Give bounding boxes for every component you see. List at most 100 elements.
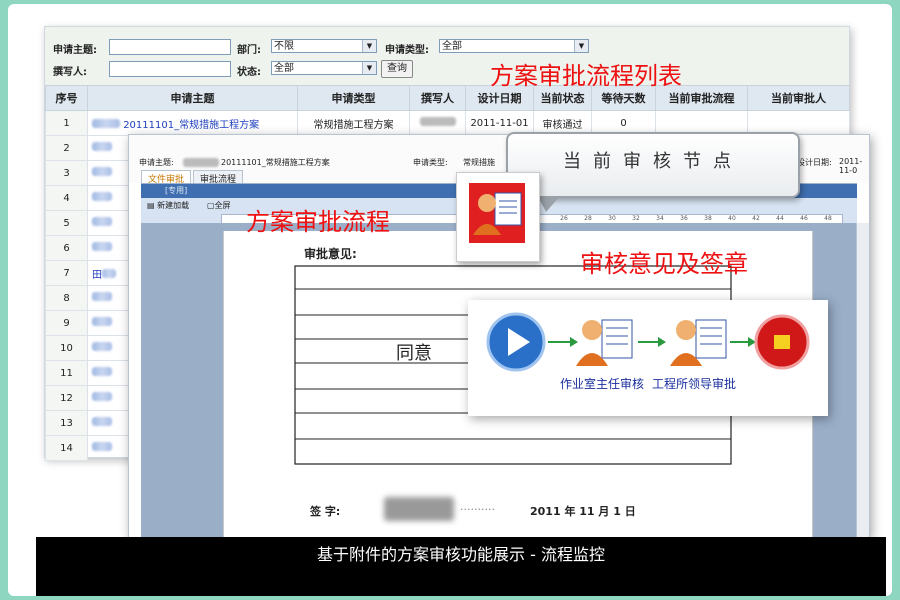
author-filter-label: 撰写人: bbox=[53, 67, 87, 78]
blurred-name-prefix: 田 bbox=[92, 269, 102, 281]
status-select[interactable]: 全部 ▼ bbox=[271, 61, 377, 75]
blurred-name bbox=[102, 268, 116, 278]
type-filter-label: 申请类型: bbox=[385, 45, 429, 56]
reviewer-icon bbox=[576, 319, 633, 366]
chevron-down-icon: ▼ bbox=[362, 40, 376, 52]
sign-dots: ·········· bbox=[460, 503, 495, 516]
doc-subject-label: 申请主题: bbox=[139, 158, 174, 167]
ruler-tick: 42 bbox=[752, 215, 760, 222]
subject-filter-label: 申请主题: bbox=[53, 45, 97, 56]
row-number: 13 bbox=[45, 410, 88, 436]
doc-type-label: 申请类型: bbox=[413, 158, 448, 167]
reviewer-icon bbox=[670, 319, 727, 366]
word-title: [专用] bbox=[165, 186, 188, 195]
col-header[interactable]: 申请主题 bbox=[87, 85, 298, 111]
table-header-row: 序号 申请主题 申请类型 撰写人 设计日期 当前状态 等待天数 当前审批流程 当… bbox=[45, 85, 850, 111]
col-header[interactable]: 当前审批人 bbox=[747, 85, 850, 111]
filter-bar: 申请主题: 部门: 不限 ▼ 申请类型: 全部 ▼ 撰写人: 状态: 全部 ▼ 查询 bbox=[45, 27, 849, 86]
row-number: 10 bbox=[45, 335, 88, 361]
opinion-text: 同意 bbox=[396, 343, 432, 364]
ruler-tick: 44 bbox=[776, 215, 784, 222]
blurred-name bbox=[92, 118, 120, 128]
row-number: 3 bbox=[45, 160, 88, 186]
ruler-tick: 40 bbox=[728, 215, 736, 222]
page-icon: ▤ bbox=[147, 201, 155, 210]
sign-date: 2011 年 11 月 1 日 bbox=[530, 505, 636, 518]
ruler-tick: 48 bbox=[824, 215, 832, 222]
status-select-value: 全部 bbox=[274, 63, 294, 74]
row-number: 4 bbox=[45, 185, 88, 211]
blurred-name bbox=[92, 242, 112, 251]
type-select-value: 全部 bbox=[442, 41, 462, 52]
status-filter-label: 状态: bbox=[237, 67, 261, 78]
blurred-name bbox=[92, 142, 112, 151]
chevron-down-icon: ▼ bbox=[574, 40, 588, 52]
type-cell: 常规措施工程方案 bbox=[297, 110, 410, 136]
sign-label: 签 字: bbox=[310, 505, 341, 518]
flow-diagram: 作业室主任审核 工程所领导审批 bbox=[468, 300, 828, 416]
flow-node-label: 作业室主任审核 bbox=[559, 377, 644, 391]
author-filter-input[interactable] bbox=[109, 61, 231, 77]
row-number: 12 bbox=[45, 385, 88, 411]
doc-type-value: 常规措施 bbox=[463, 158, 495, 167]
blurred-name bbox=[92, 192, 112, 201]
blurred-name bbox=[92, 442, 112, 451]
ruler-tick: 28 bbox=[584, 215, 592, 222]
dept-select[interactable]: 不限 ▼ bbox=[271, 39, 377, 53]
new-load-button[interactable]: ▤ 新建加载 bbox=[147, 200, 189, 211]
subject-link[interactable]: 20111101_常规措施工程方案 bbox=[123, 120, 259, 131]
blurred-signature bbox=[384, 497, 454, 521]
blurred-name bbox=[92, 392, 112, 401]
row-number: 9 bbox=[45, 310, 88, 336]
row-number: 6 bbox=[45, 235, 88, 261]
blurred-name bbox=[92, 317, 112, 326]
ruler-tick: 38 bbox=[704, 215, 712, 222]
blurred-author bbox=[419, 117, 456, 126]
row-number: 7 bbox=[45, 260, 88, 286]
fullscreen-icon: ▢ bbox=[207, 201, 215, 210]
opinion-label: 审批意见: bbox=[304, 247, 357, 261]
ruler-tick: 46 bbox=[800, 215, 808, 222]
ruler-tick: 26 bbox=[560, 215, 568, 222]
current-node-card bbox=[456, 172, 540, 262]
blurred-name bbox=[92, 167, 112, 176]
ruler-tick: 30 bbox=[608, 215, 616, 222]
doc-date-label: 设计日期: bbox=[797, 158, 832, 167]
col-header[interactable]: 序号 bbox=[45, 85, 88, 111]
arrow-icon bbox=[548, 337, 578, 347]
ruler-tick: 36 bbox=[680, 215, 688, 222]
dept-filter-label: 部门: bbox=[237, 45, 261, 56]
col-header[interactable]: 撰写人 bbox=[409, 85, 466, 111]
vertical-scrollbar[interactable] bbox=[856, 223, 869, 537]
fullscreen-button[interactable]: ▢全屏 bbox=[207, 200, 231, 211]
subject-cell[interactable]: 20111101_常规措施工程方案 bbox=[87, 110, 298, 136]
caption-bar: 基于附件的方案审核功能展示 - 流程监控 bbox=[36, 537, 886, 596]
doc-date-value: 2011-11-0 bbox=[839, 157, 863, 175]
row-number: 2 bbox=[45, 135, 88, 161]
query-button[interactable]: 查询 bbox=[381, 60, 413, 78]
col-header[interactable]: 申请类型 bbox=[297, 85, 410, 111]
start-icon bbox=[486, 312, 546, 372]
fullscreen-label: 全屏 bbox=[214, 201, 231, 210]
blurred-name bbox=[92, 292, 112, 301]
ruler-tick: 32 bbox=[632, 215, 640, 222]
blurred-author bbox=[183, 158, 219, 167]
subject-filter-input[interactable] bbox=[109, 39, 231, 55]
row-number: 11 bbox=[45, 360, 88, 386]
dept-select-value: 不限 bbox=[274, 41, 294, 52]
reviewer-icon bbox=[469, 183, 525, 243]
annotation-flow-title: 方案审批流程 bbox=[246, 208, 390, 236]
row-number: 8 bbox=[45, 285, 88, 311]
chevron-down-icon: ▼ bbox=[362, 62, 376, 74]
arrow-icon bbox=[730, 337, 756, 347]
author-cell bbox=[409, 110, 466, 136]
current-node-callout: 当前审核节点 bbox=[506, 132, 800, 212]
type-select[interactable]: 全部 ▼ bbox=[439, 39, 589, 53]
blurred-name bbox=[92, 342, 112, 351]
blurred-name bbox=[92, 217, 112, 226]
flow-node-label: 工程所领导审批 bbox=[651, 377, 736, 391]
blurred-name bbox=[92, 417, 112, 426]
annotation-list-title: 方案审批流程列表 bbox=[490, 62, 682, 90]
stop-icon bbox=[754, 314, 810, 370]
annotation-sign-title: 审核意见及签章 bbox=[580, 250, 748, 278]
